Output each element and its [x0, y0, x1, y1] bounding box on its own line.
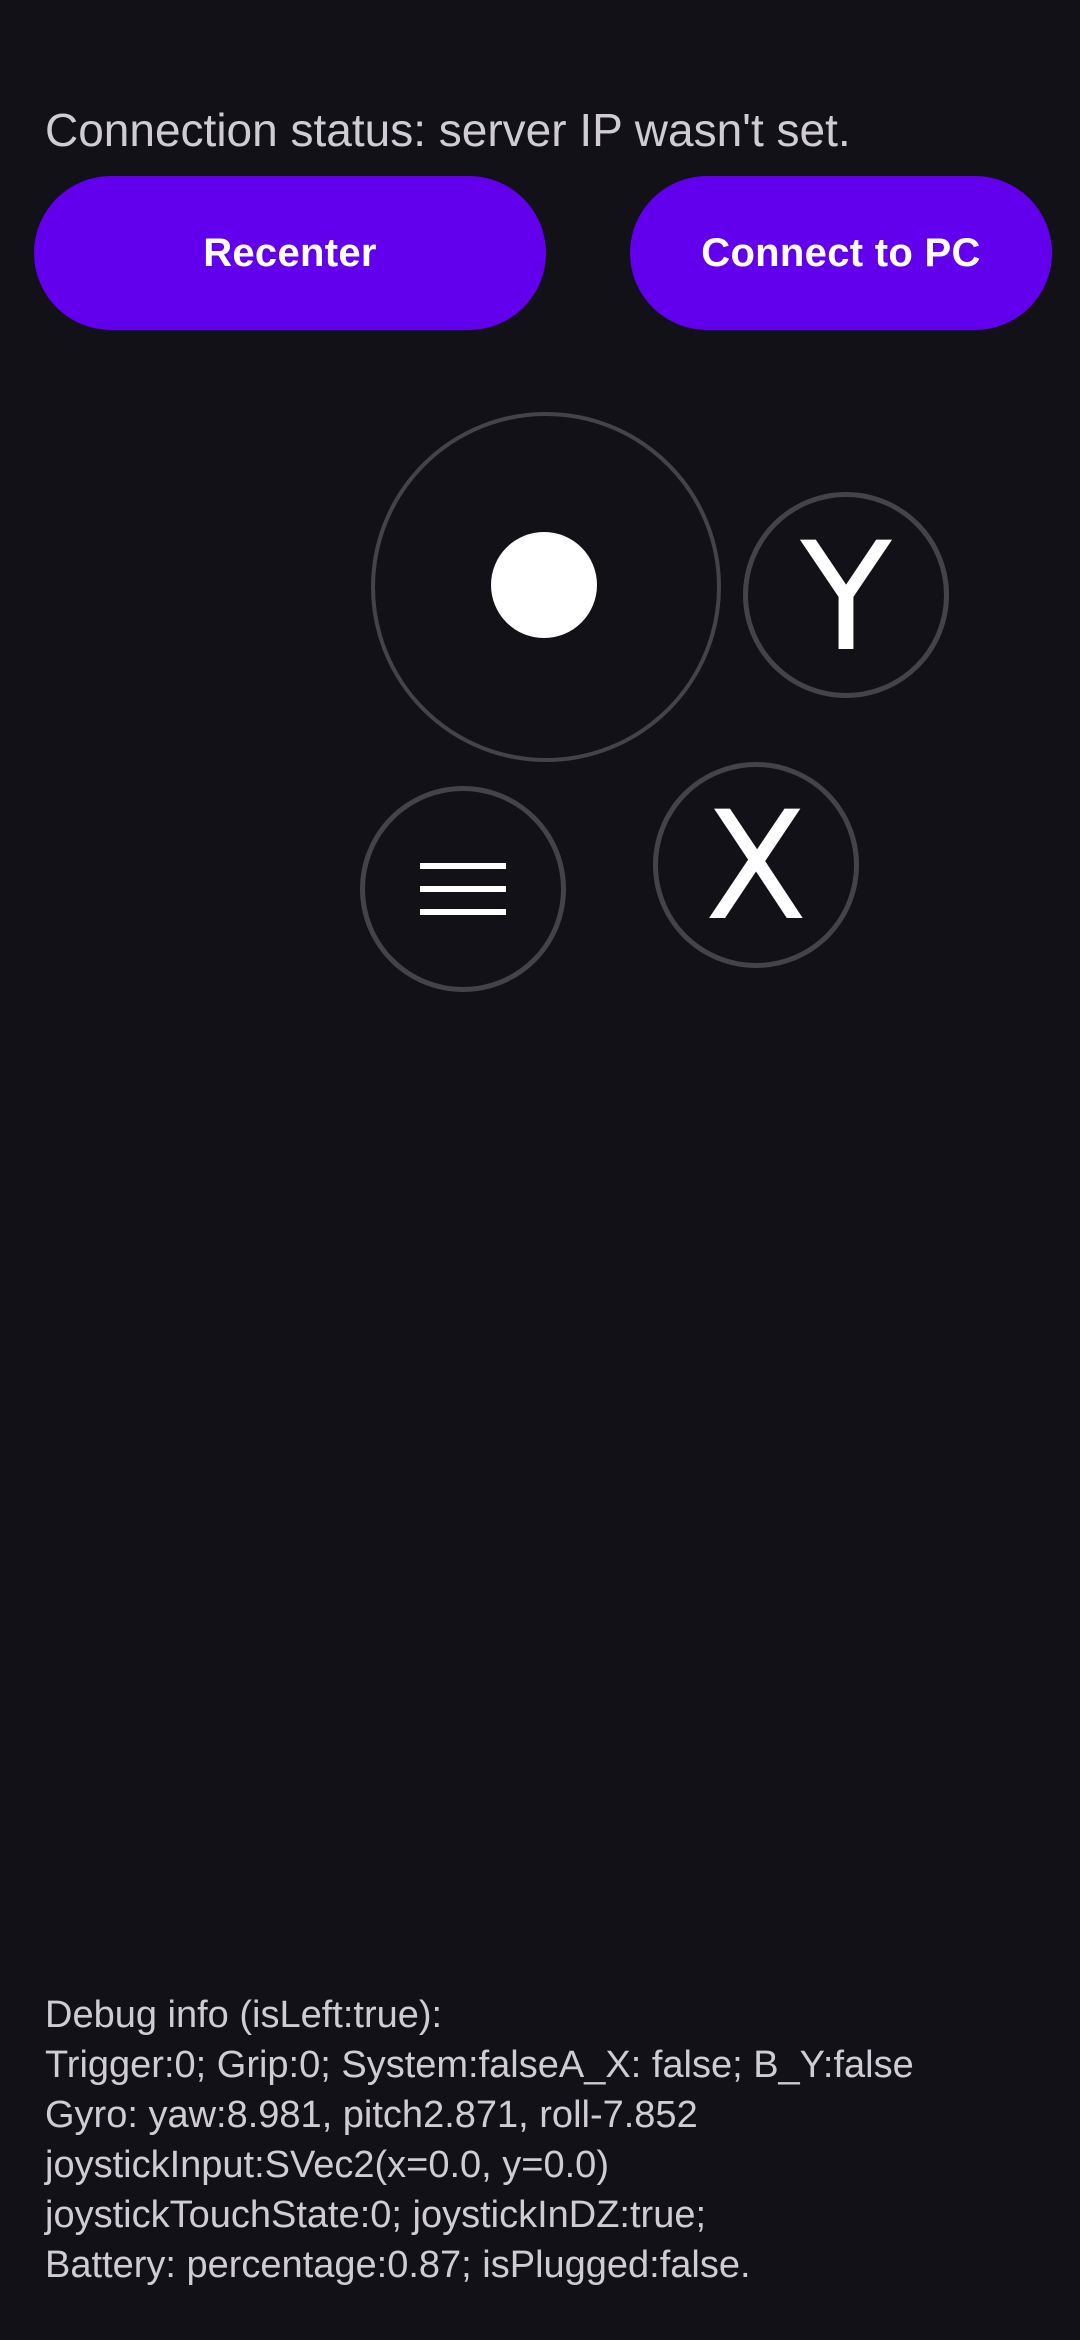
joystick-knob[interactable]	[491, 532, 597, 638]
debug-line-gyro: Gyro: yaw:8.981, pitch2.871, roll-7.852	[45, 2094, 698, 2136]
hamburger-menu-icon	[420, 863, 506, 915]
x-button[interactable]: X	[653, 762, 859, 968]
recenter-button[interactable]: Recenter	[34, 176, 546, 330]
debug-line-header: Debug info (isLeft:true):	[45, 1994, 443, 2036]
x-button-label: X	[704, 780, 808, 954]
menu-button[interactable]	[360, 786, 566, 992]
recenter-button-label: Recenter	[203, 230, 377, 275]
connection-status-text: Connection status: server IP wasn't set.	[45, 104, 851, 156]
debug-line-joystick-input: joystickInput:SVec2(x=0.0, y=0.0)	[45, 2144, 609, 2186]
debug-info: Debug info (isLeft:true): Trigger:0; Gri…	[45, 1990, 1045, 2290]
debug-line-buttons: Trigger:0; Grip:0; System:falseA_X: fals…	[45, 2044, 914, 2086]
y-button[interactable]: Y	[743, 492, 949, 698]
connect-to-pc-button[interactable]: Connect to PC	[630, 176, 1052, 330]
y-button-label: Y	[800, 511, 892, 685]
debug-line-battery: Battery: percentage:0.87; isPlugged:fals…	[45, 2244, 751, 2286]
connect-button-label: Connect to PC	[701, 230, 981, 275]
debug-line-joystick-touch: joystickTouchState:0; joystickInDZ:true;	[45, 2194, 707, 2236]
